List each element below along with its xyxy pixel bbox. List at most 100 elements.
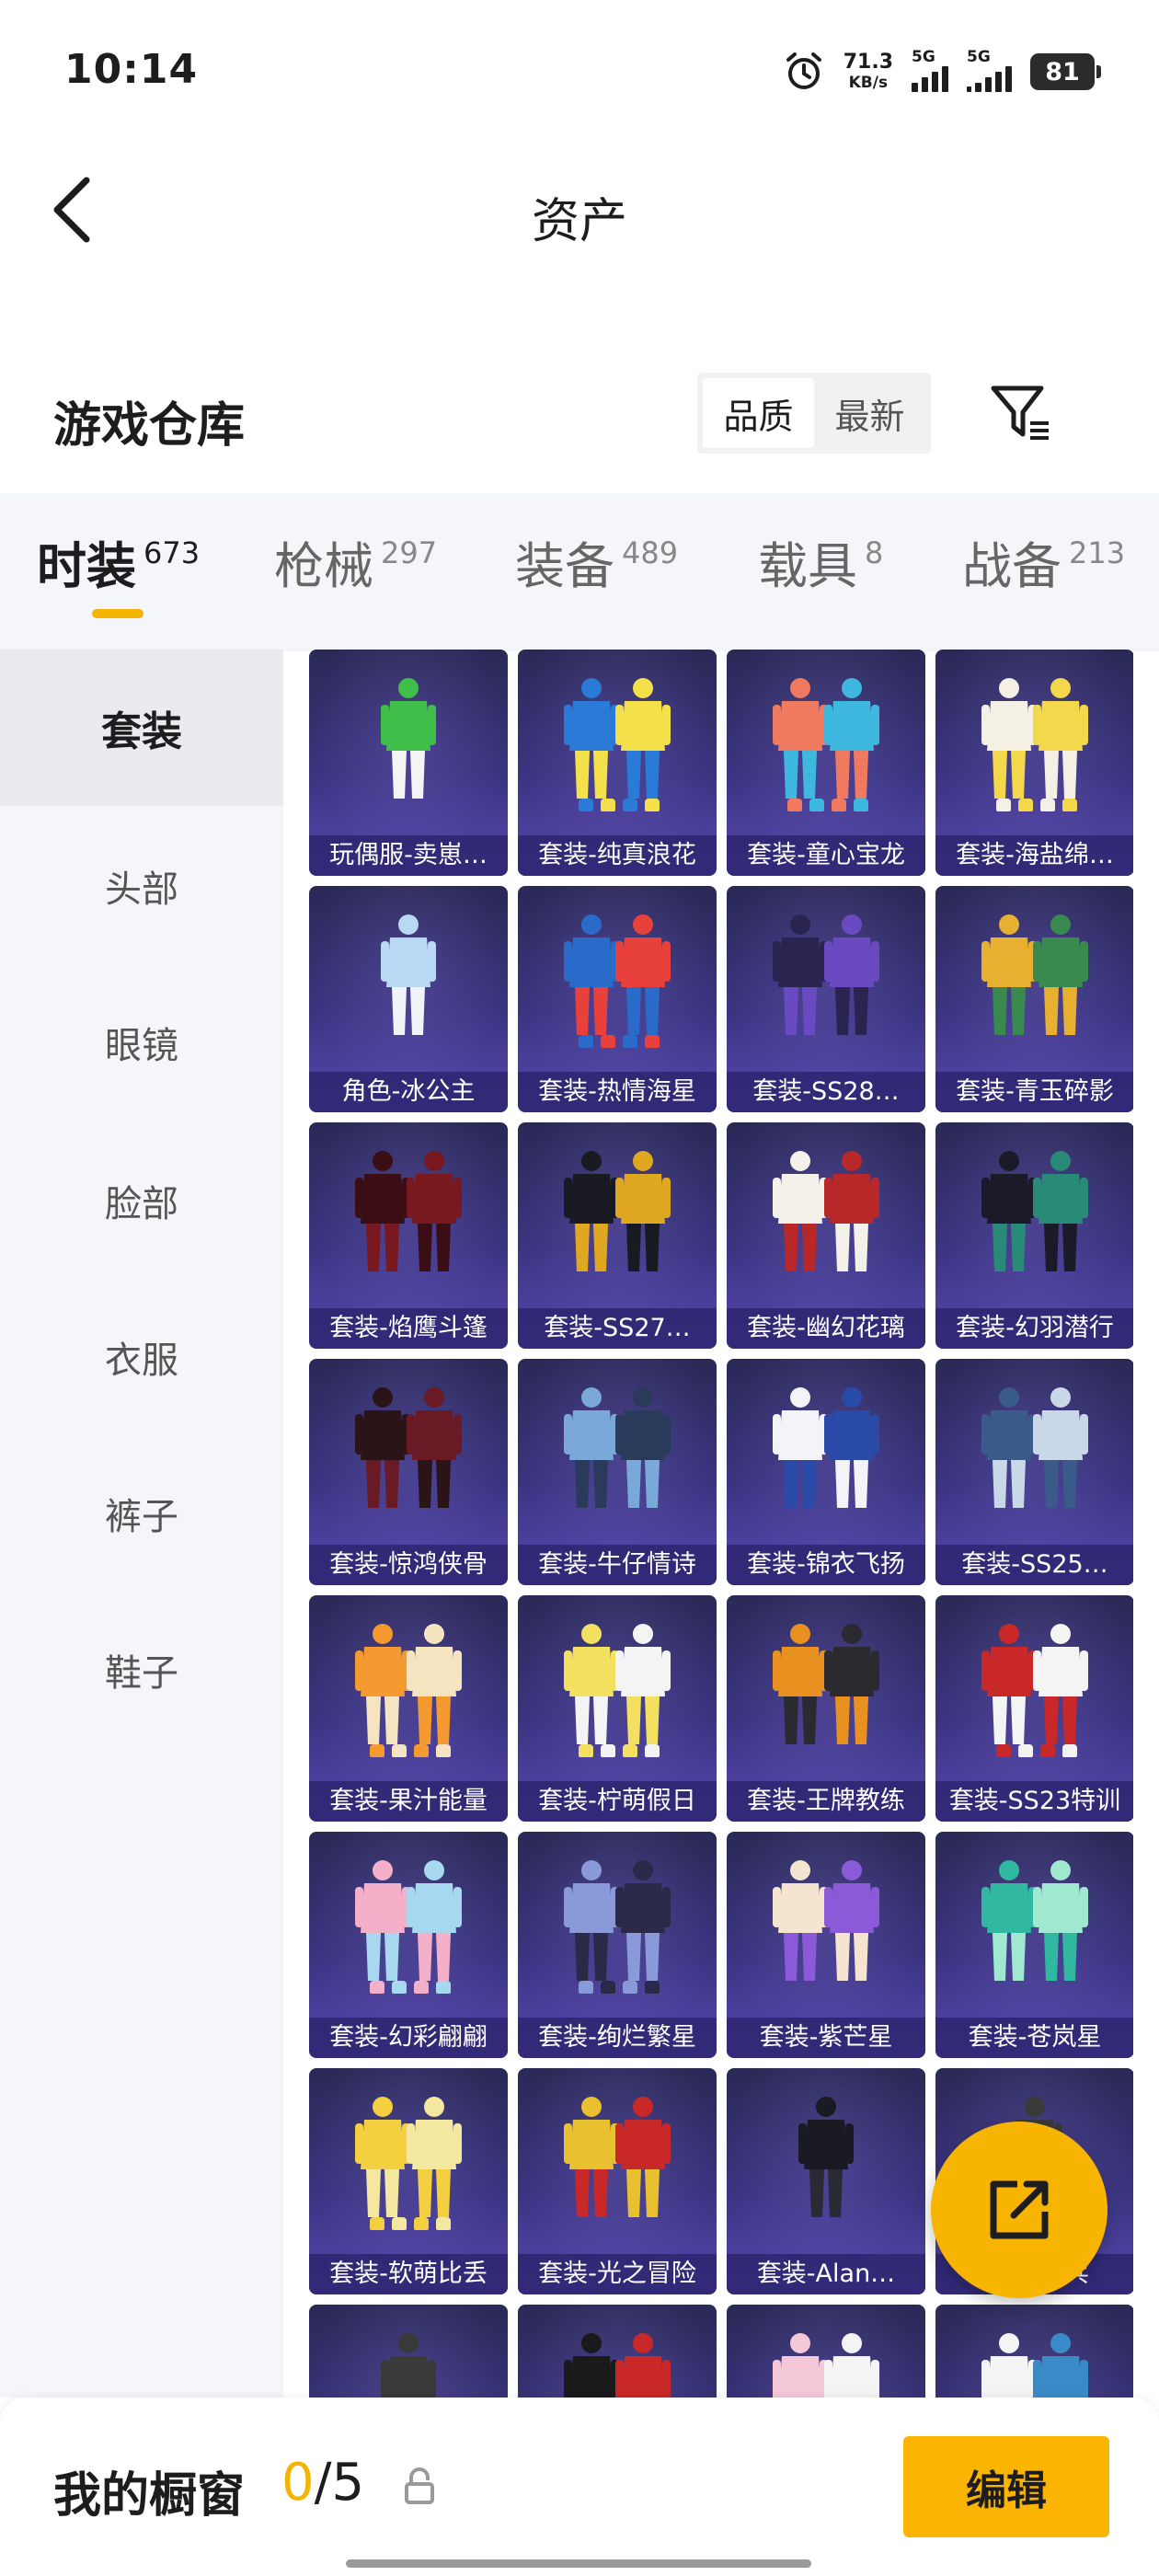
- item-name: 玩偶服-卖崽…: [309, 835, 508, 876]
- item-name: 套装-苍岚星: [935, 2018, 1133, 2058]
- item-name: 套装-柠萌假日: [518, 1781, 717, 1822]
- sort-quality-button[interactable]: 品质: [703, 378, 814, 448]
- item-card[interactable]: 套装-纯真浪花: [518, 650, 717, 876]
- tab-active-indicator: [92, 609, 143, 618]
- item-card[interactable]: 套装-锦衣飞扬: [727, 1359, 925, 1585]
- tab-count: 489: [622, 535, 679, 570]
- outfit-preview-image: [564, 2333, 671, 2398]
- item-card[interactable]: 角色-冰公主: [309, 886, 508, 1112]
- net-speed: 71.3 KB/s: [843, 52, 893, 91]
- item-name: 角色-冰公主: [309, 1072, 508, 1112]
- item-name: 套装-SS25…: [935, 1545, 1133, 1585]
- outfit-preview-image: [773, 1387, 879, 1508]
- item-name: 套装-热情海星: [518, 1072, 717, 1112]
- item-name: 套装-牛仔情诗: [518, 1545, 717, 1585]
- item-name: 套装-紫芒星: [727, 2018, 925, 2058]
- showcase-current: 0: [281, 2453, 315, 2513]
- item-card[interactable]: 套装-海盐绵…: [935, 650, 1133, 876]
- sidebar-item-pants[interactable]: 裤子: [0, 1435, 283, 1592]
- edit-button[interactable]: 编辑: [903, 2436, 1109, 2537]
- item-card[interactable]: [309, 2305, 508, 2398]
- shoe-icons: [364, 1981, 456, 2001]
- outfit-preview-image: [981, 678, 1088, 799]
- item-card[interactable]: 套装-SS27…: [518, 1122, 717, 1349]
- item-card[interactable]: 套装-幻彩翩翩: [309, 1832, 508, 2058]
- item-card[interactable]: 套装-SS25…: [935, 1359, 1133, 1585]
- item-card[interactable]: 套装-青玉碎影: [935, 886, 1133, 1112]
- showcase-max: 5: [331, 2453, 365, 2513]
- item-card[interactable]: 套装-光之冒险: [518, 2068, 717, 2294]
- showcase-separator: /: [314, 2453, 332, 2513]
- item-card[interactable]: 玩偶服-卖崽…: [309, 650, 508, 876]
- outfit-preview-image: [355, 1860, 462, 1981]
- item-card[interactable]: 套装-幽幻花璃: [727, 1122, 925, 1349]
- sidebar-item-suit[interactable]: 套装: [0, 650, 283, 806]
- outfit-preview-image: [564, 2097, 671, 2217]
- filter-icon[interactable]: [988, 379, 1054, 445]
- category-tabs: 时装 673 枪械 297 装备 489 载具 8 战备 213: [0, 493, 1159, 651]
- item-name: 套装-焰鹰斗篷: [309, 1308, 508, 1349]
- item-name: 套装-SS23特训: [935, 1781, 1133, 1822]
- shoe-icons: [573, 1035, 665, 1055]
- item-name: 套装-Alan…: [727, 2254, 925, 2294]
- item-card[interactable]: 套装-柠萌假日: [518, 1595, 717, 1822]
- shoe-icons: [782, 799, 874, 819]
- item-card[interactable]: 套装-Alan…: [727, 2068, 925, 2294]
- item-card[interactable]: 套装-紫芒星: [727, 1832, 925, 2058]
- outfit-preview-image: [381, 678, 436, 799]
- outfit-preview-image: [564, 1860, 671, 1981]
- sidebar-item-clothes[interactable]: 衣服: [0, 1279, 283, 1435]
- item-card[interactable]: 套装-惊鸿侠骨: [309, 1359, 508, 1585]
- item-card[interactable]: [727, 2305, 925, 2398]
- item-card[interactable]: 套装-焰鹰斗篷: [309, 1122, 508, 1349]
- item-card[interactable]: [935, 2305, 1133, 2398]
- sidebar-item-shoes[interactable]: 鞋子: [0, 1592, 283, 1748]
- tab-fashion[interactable]: 时装 673: [37, 535, 200, 593]
- item-card[interactable]: 套装-果汁能量: [309, 1595, 508, 1822]
- outfit-preview-image: [564, 914, 671, 1035]
- shoe-icons: [364, 1744, 456, 1765]
- tab-count: 8: [865, 535, 884, 570]
- signal-icon-2: 5G: [967, 48, 1012, 92]
- tab-label: 枪械: [274, 537, 373, 595]
- item-card[interactable]: 套装-热情海星: [518, 886, 717, 1112]
- item-name: 套装-惊鸿侠骨: [309, 1545, 508, 1585]
- outfit-preview-image: [981, 1624, 1088, 1744]
- item-card[interactable]: 套装-幻羽潜行: [935, 1122, 1133, 1349]
- item-name: 套装-光之冒险: [518, 2254, 717, 2294]
- sidebar-item-face[interactable]: 脸部: [0, 1122, 283, 1279]
- item-name: 套装-青玉碎影: [935, 1072, 1133, 1112]
- sidebar-item-head[interactable]: 头部: [0, 808, 283, 964]
- item-card[interactable]: 套装-软萌比丢: [309, 2068, 508, 2294]
- shoe-icons: [364, 2217, 456, 2237]
- outfit-preview-image: [981, 1151, 1088, 1271]
- shoe-icons: [573, 1981, 665, 2001]
- status-icons: 71.3 KB/s 5G 5G 81: [783, 46, 1101, 98]
- item-card[interactable]: [518, 2305, 717, 2398]
- item-card[interactable]: 套装-童心宝龙: [727, 650, 925, 876]
- share-button[interactable]: [931, 2122, 1107, 2298]
- item-name: 套装-SS28…: [727, 1072, 925, 1112]
- home-indicator: [346, 2559, 811, 2568]
- tab-equipment[interactable]: 装备 489: [515, 535, 678, 593]
- outfit-preview-image: [981, 1387, 1088, 1508]
- outfit-preview-image: [564, 1151, 671, 1271]
- item-card[interactable]: 套装-牛仔情诗: [518, 1359, 717, 1585]
- outfit-preview-image: [381, 2333, 436, 2398]
- item-card[interactable]: 套装-王牌教练: [727, 1595, 925, 1822]
- outfit-preview-image: [773, 1860, 879, 1981]
- outfit-preview-image: [355, 1624, 462, 1744]
- tab-vehicles[interactable]: 载具 8: [758, 535, 883, 593]
- outfit-preview-image: [981, 914, 1088, 1035]
- tab-guns[interactable]: 枪械 297: [274, 535, 437, 595]
- outfit-preview-image: [355, 1387, 462, 1508]
- sidebar-item-glasses[interactable]: 眼镜: [0, 964, 283, 1121]
- item-card[interactable]: 套装-苍岚星: [935, 1832, 1133, 2058]
- outfit-preview-image: [773, 914, 879, 1035]
- item-card[interactable]: 套装-SS23特训: [935, 1595, 1133, 1822]
- tab-battle-prep[interactable]: 战备 213: [962, 535, 1125, 593]
- sort-newest-button[interactable]: 最新: [814, 378, 925, 448]
- item-card[interactable]: 套装-SS28…: [727, 886, 925, 1112]
- item-card[interactable]: 套装-绚烂繁星: [518, 1832, 717, 2058]
- item-name: 套装-纯真浪花: [518, 835, 717, 876]
